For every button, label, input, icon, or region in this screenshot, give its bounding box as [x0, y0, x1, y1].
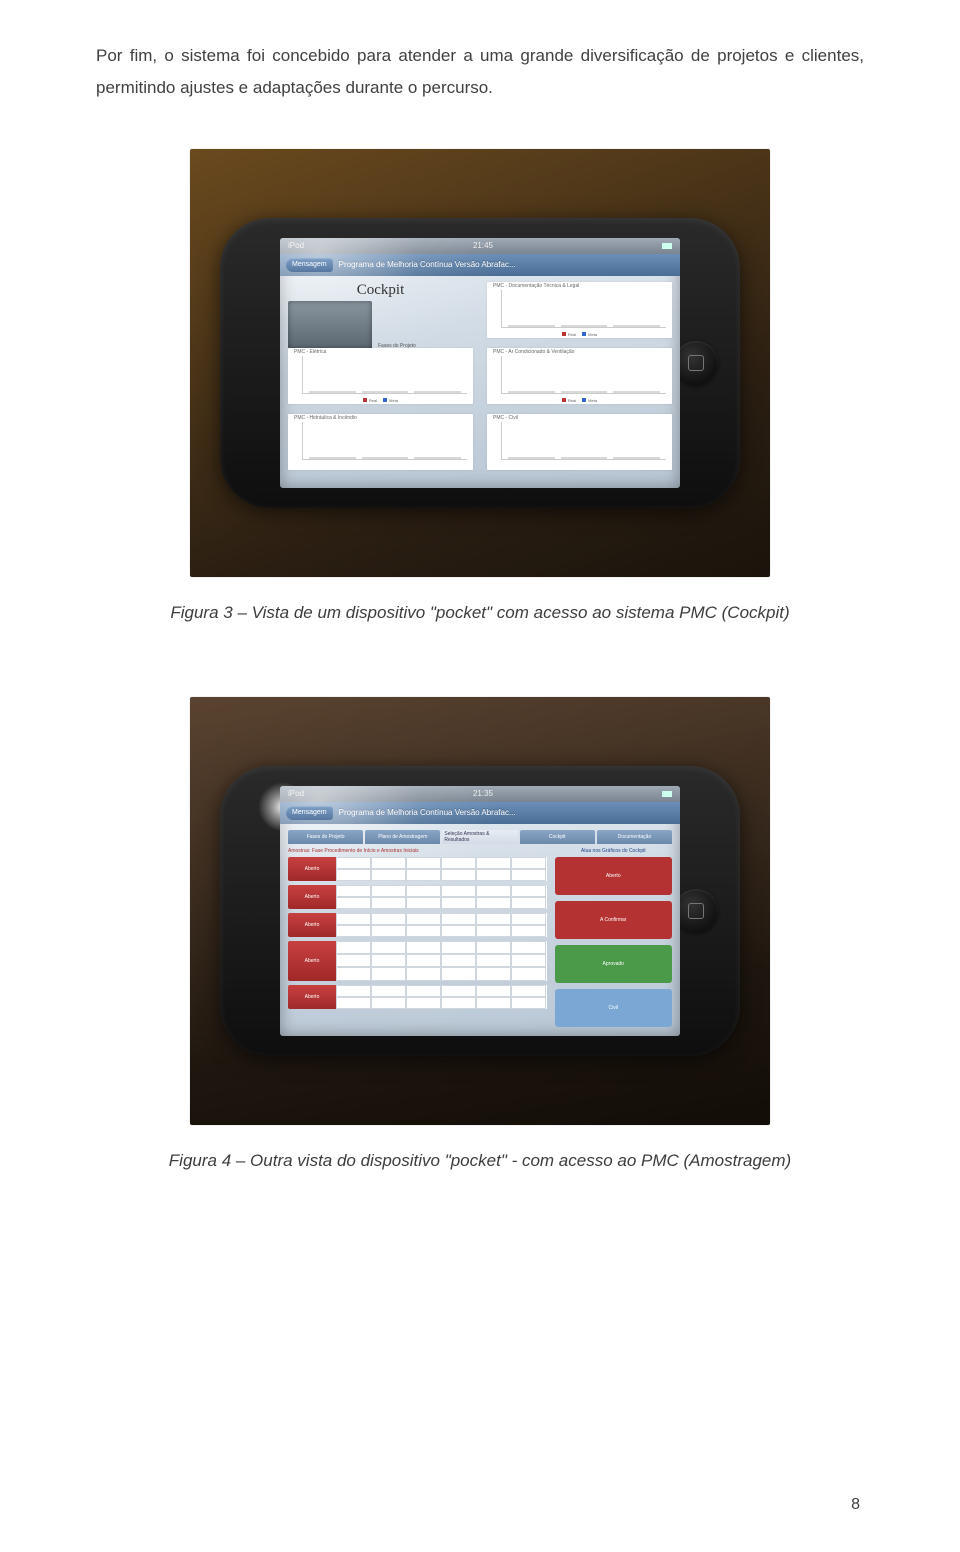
tab-item-active[interactable]: Seleção Amostras & Resultados: [442, 830, 517, 844]
left-section-header: Amostras: Fase Procedimento de Início e …: [288, 848, 547, 854]
chart-legend: RealMeta: [487, 398, 672, 403]
chart-label: PMC - Documentação Técnica & Legal: [493, 283, 579, 289]
document-page: Por fim, o sistema foi concebido para at…: [0, 0, 960, 1552]
back-label: Mensagem: [292, 261, 327, 268]
row-tag: Aberto: [288, 857, 336, 881]
sampling-row: Aberto: [288, 941, 547, 981]
status-card: Aprovado: [555, 945, 673, 983]
sampling-row: Aberto: [288, 885, 547, 909]
tab-bar: Fases do Projeto Plano de Amostragem Sel…: [288, 830, 672, 844]
status-card: Aberto: [555, 857, 673, 895]
chart-legend: RealMeta: [487, 332, 672, 337]
figure-4-photo: iPod 21:35 Mensagem Programa de Melhoria…: [190, 697, 770, 1125]
chart-bars: [302, 356, 467, 394]
title-text: Programa de Melhoria Contínua Versão Abr…: [339, 260, 516, 269]
chart-bars: [501, 422, 666, 460]
chart-label: PMC - Civil: [493, 415, 518, 421]
status-card: Civil: [555, 989, 673, 1027]
page-number: 8: [851, 1496, 860, 1514]
row-grid: [336, 941, 547, 981]
status-right-icon: [662, 791, 672, 797]
sampling-row: Aberto: [288, 857, 547, 881]
tab-item[interactable]: Cockpit: [520, 830, 595, 844]
row-grid: [336, 985, 547, 1009]
sampling-row: Aberto: [288, 913, 547, 937]
chart-mid-left: PMC - Elétrica RealMeta: [288, 348, 473, 404]
sampling-right: Aberto A Confirmar Aprovado Civil: [555, 857, 673, 1027]
row-tag: Aberto: [288, 913, 336, 937]
status-left: iPod: [288, 789, 304, 798]
device-screen: iPod 21:45 Mensagem Programa de Melhoria…: [280, 238, 680, 488]
figure-4: iPod 21:35 Mensagem Programa de Melhoria…: [96, 697, 864, 1227]
device-frame: iPod 21:45 Mensagem Programa de Melhoria…: [220, 218, 740, 508]
back-button[interactable]: Mensagem: [286, 806, 333, 820]
row-grid: [336, 857, 547, 881]
row-tag: Aberto: [288, 941, 336, 981]
figure-4-caption: Figura 4 – Outra vista do dispositivo "p…: [169, 1151, 791, 1171]
sampling-body: Aberto Aberto Aberto: [288, 857, 672, 1027]
body-paragraph: Por fim, o sistema foi concebido para at…: [96, 40, 864, 105]
tab-item[interactable]: Documentação: [597, 830, 672, 844]
chart-bot-left: PMC - Hidráulica & Incêndio: [288, 414, 473, 470]
cockpit-heading: Cockpit: [288, 282, 473, 299]
status-right-icon: [662, 243, 672, 249]
figure-3-caption: Figura 3 – Vista de um dispositivo "pock…: [170, 603, 789, 623]
status-left: iPod: [288, 241, 304, 250]
row-grid: [336, 885, 547, 909]
status-card: A Confirmar: [555, 901, 673, 939]
chart-bot-right: PMC - Civil: [487, 414, 672, 470]
device-frame: iPod 21:35 Mensagem Programa de Melhoria…: [220, 766, 740, 1056]
chart-mid-right: PMC - Ar Condicionado & Ventilação RealM…: [487, 348, 672, 404]
chart-top-right: PMC - Documentação Técnica & Legal RealM…: [487, 282, 672, 338]
right-section-header: Atua nos Gráficos do Cockpit: [555, 848, 673, 854]
chart-bars: [501, 290, 666, 328]
chart-bars: [302, 422, 467, 460]
screen-content: Cockpit Fases do Projeto PMC - Documenta…: [280, 276, 680, 488]
sampling-row: Aberto: [288, 985, 547, 1009]
status-time: 21:45: [473, 241, 493, 250]
status-time: 21:35: [473, 789, 493, 798]
chart-label: PMC - Ar Condicionado & Ventilação: [493, 349, 574, 355]
row-tag: Aberto: [288, 885, 336, 909]
chart-label: PMC - Elétrica: [294, 349, 326, 355]
figure-3: iPod 21:45 Mensagem Programa de Melhoria…: [96, 149, 864, 679]
home-button-icon: [674, 889, 718, 933]
row-tag: Aberto: [288, 985, 336, 1009]
chart-legend: RealMeta: [288, 398, 473, 403]
back-label: Mensagem: [292, 809, 327, 816]
screen-content: Fases do Projeto Plano de Amostragem Sel…: [280, 824, 680, 1036]
row-grid: [336, 913, 547, 937]
sampling-left: Aberto Aberto Aberto: [288, 857, 547, 1027]
cockpit-thumbnail: [288, 301, 372, 349]
figure-3-photo: iPod 21:45 Mensagem Programa de Melhoria…: [190, 149, 770, 577]
device-screen: iPod 21:35 Mensagem Programa de Melhoria…: [280, 786, 680, 1036]
status-bar: iPod 21:35: [280, 786, 680, 802]
cockpit-grid: Cockpit Fases do Projeto PMC - Documenta…: [288, 282, 672, 470]
home-button-icon: [674, 341, 718, 385]
chart-label: PMC - Hidráulica & Incêndio: [294, 415, 357, 421]
status-bar: iPod 21:45: [280, 238, 680, 254]
title-bar: Mensagem Programa de Melhoria Contínua V…: [280, 802, 680, 824]
tab-item[interactable]: Plano de Amostragem: [365, 830, 440, 844]
cockpit-cell-tl: Cockpit Fases do Projeto: [288, 282, 473, 338]
back-button[interactable]: Mensagem: [286, 258, 333, 272]
title-text: Programa de Melhoria Contínua Versão Abr…: [339, 808, 516, 817]
title-bar: Mensagem Programa de Melhoria Contínua V…: [280, 254, 680, 276]
tab-item[interactable]: Fases do Projeto: [288, 830, 363, 844]
chart-bars: [501, 356, 666, 394]
